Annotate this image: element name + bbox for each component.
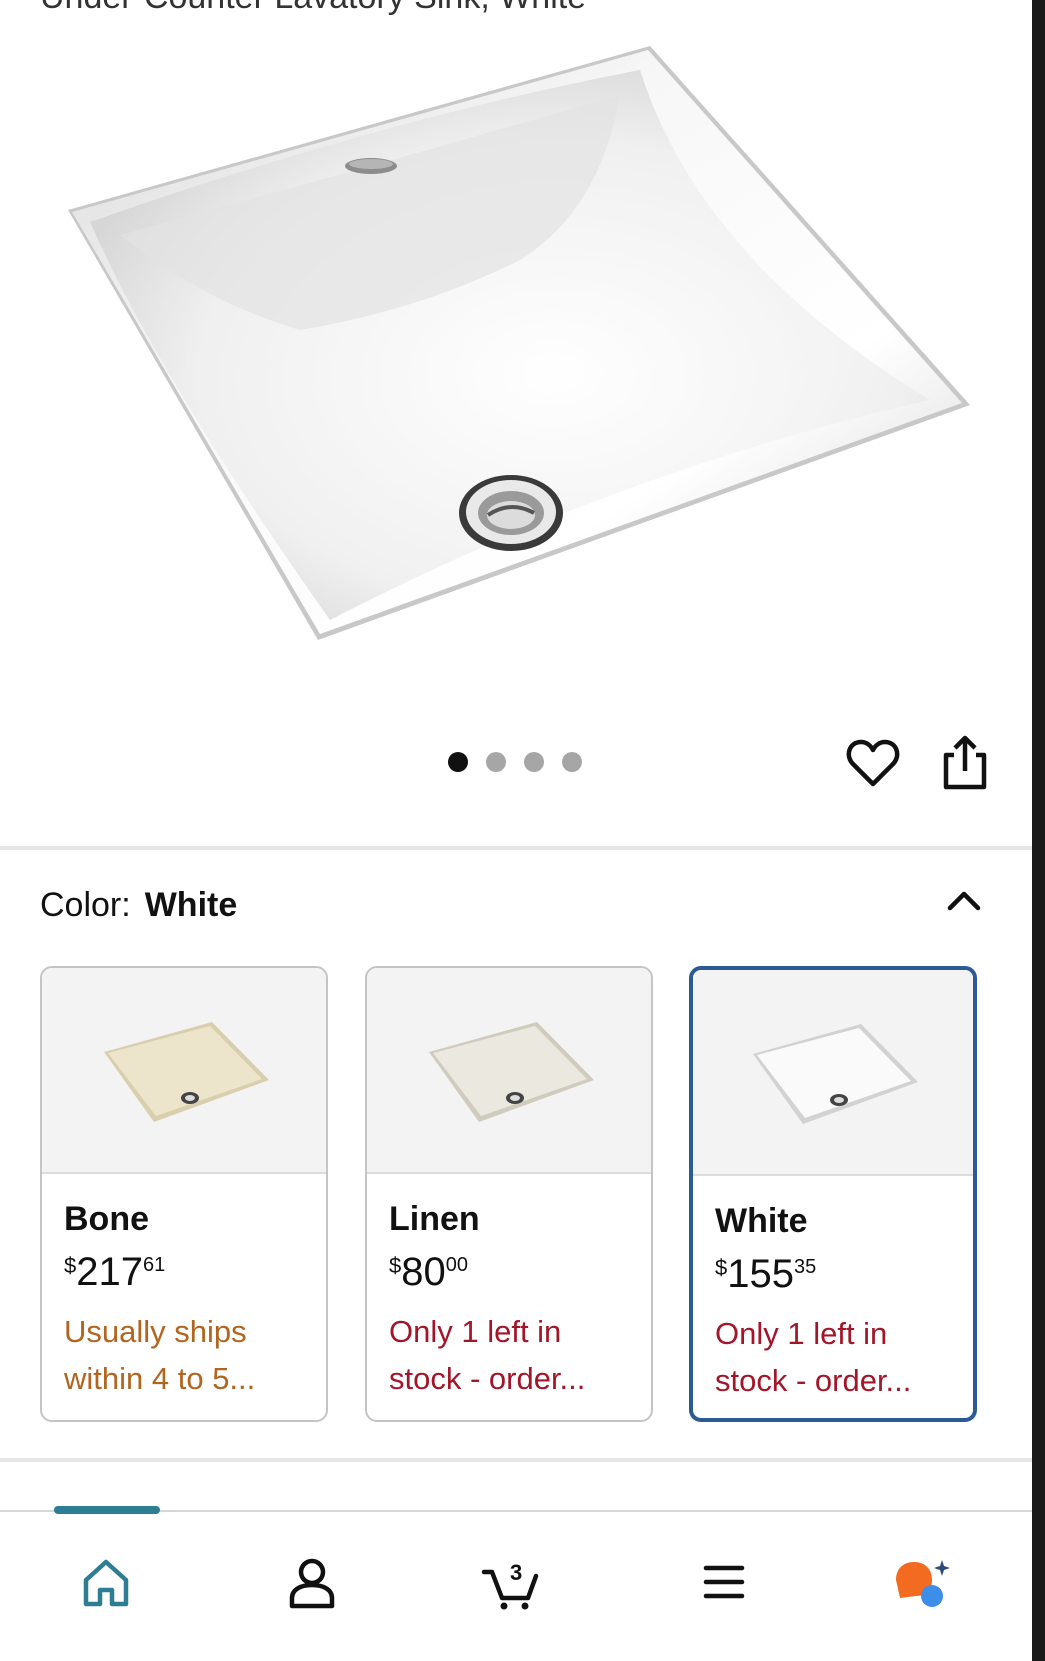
pager-dot-active[interactable]: [448, 752, 468, 772]
swatch-image: [42, 968, 326, 1174]
share-icon[interactable]: [940, 735, 990, 791]
pager-dot[interactable]: [524, 752, 544, 772]
product-page: Under-Counter Lavatory Sink, White: [0, 0, 1032, 1661]
cart-icon[interactable]: 3: [480, 1552, 540, 1612]
screen-edge: [1032, 0, 1045, 1661]
active-tab-indicator: [54, 1506, 160, 1514]
option-name: Linen: [389, 1200, 480, 1238]
menu-icon[interactable]: [694, 1552, 754, 1612]
availability-text: Only 1 left in stock - order...: [715, 1316, 912, 1398]
pager-dot[interactable]: [562, 752, 582, 772]
assistant-icon[interactable]: [892, 1552, 952, 1612]
home-icon[interactable]: [76, 1552, 136, 1612]
chevron-up-icon[interactable]: [944, 882, 984, 916]
option-name: White: [715, 1202, 808, 1240]
cart-count: 3: [510, 1560, 522, 1585]
section-divider: [0, 1458, 1032, 1462]
color-option-white[interactable]: White $15535 Only 1 left in stock - orde…: [689, 966, 977, 1422]
option-price: $21761: [64, 1250, 166, 1294]
swatch-image: [367, 968, 651, 1174]
color-option-bone[interactable]: Bone $21761 Usually ships within 4 to 5.…: [40, 966, 328, 1422]
availability-text: Only 1 left in stock - order...: [389, 1314, 586, 1396]
color-option-linen[interactable]: Linen $8000 Only 1 left in stock - order…: [365, 966, 653, 1422]
product-image[interactable]: [0, 0, 1032, 700]
option-price: $15535: [715, 1252, 817, 1296]
swatch-image: [693, 970, 973, 1176]
sink-illustration: [68, 46, 970, 640]
color-selector-label: Color: White: [40, 886, 237, 925]
bottom-nav: 3: [0, 1506, 1032, 1661]
account-icon[interactable]: [282, 1552, 342, 1612]
selected-color: White: [144, 886, 238, 924]
section-divider: [0, 846, 1032, 850]
option-name: Bone: [64, 1200, 149, 1238]
color-label: Color:: [40, 886, 131, 924]
image-pager[interactable]: [448, 752, 582, 772]
pager-dot[interactable]: [486, 752, 506, 772]
option-price: $8000: [389, 1250, 468, 1294]
heart-icon[interactable]: [846, 738, 900, 788]
availability-text: Usually ships within 4 to 5...: [64, 1314, 256, 1396]
